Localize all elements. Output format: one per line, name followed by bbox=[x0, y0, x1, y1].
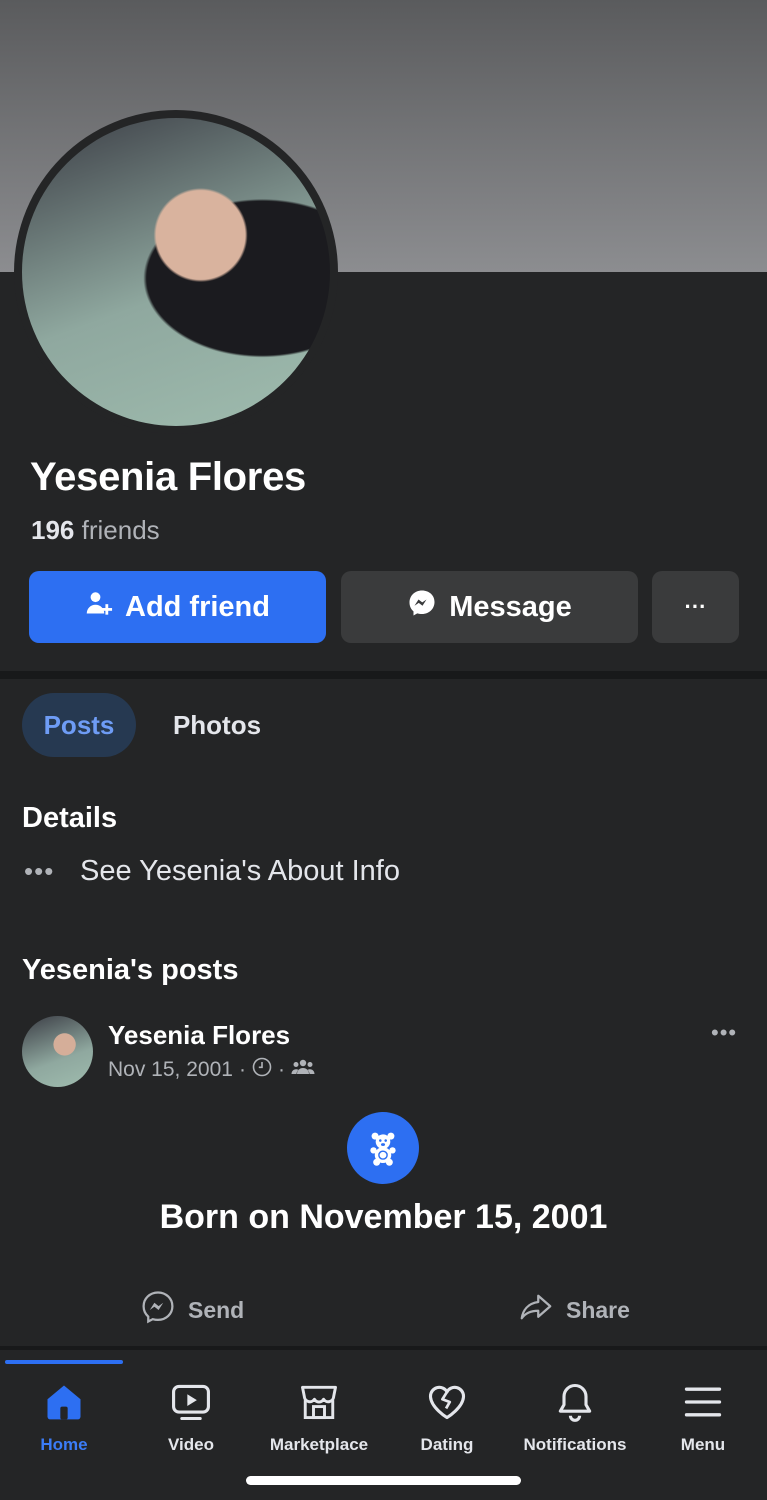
nav-video[interactable]: Video bbox=[127, 1377, 255, 1455]
add-friend-label: Add friend bbox=[125, 590, 270, 623]
dots-icon: ••• bbox=[24, 855, 55, 886]
about-info-label: See Yesenia's About Info bbox=[80, 854, 400, 887]
avatar[interactable] bbox=[22, 1016, 93, 1087]
nav-notifications-label: Notifications bbox=[523, 1435, 627, 1454]
nav-home-label: Home bbox=[40, 1435, 88, 1454]
nav-menu[interactable]: Menu bbox=[639, 1377, 767, 1455]
message-label: Message bbox=[449, 590, 572, 623]
meta-separator: · bbox=[238, 1058, 246, 1081]
marketplace-icon bbox=[297, 1377, 341, 1427]
active-tab-indicator bbox=[5, 1360, 123, 1364]
posts-heading: Yesenia's posts bbox=[22, 954, 239, 986]
menu-icon bbox=[681, 1377, 725, 1427]
bell-icon bbox=[553, 1377, 597, 1427]
message-button[interactable]: Message bbox=[341, 571, 638, 643]
share-button[interactable]: Share bbox=[518, 1290, 630, 1330]
post-meta: Nov 15, 2001 · · bbox=[108, 1057, 315, 1083]
nav-video-label: Video bbox=[168, 1435, 214, 1454]
nav-dating[interactable]: Dating bbox=[383, 1377, 511, 1455]
video-icon bbox=[169, 1377, 213, 1427]
more-options-button[interactable]: ··· bbox=[652, 571, 739, 643]
clock-icon bbox=[252, 1057, 272, 1083]
home-indicator bbox=[246, 1476, 521, 1485]
share-label: Share bbox=[566, 1296, 630, 1323]
nav-marketplace[interactable]: Marketplace bbox=[255, 1377, 383, 1455]
messenger-icon bbox=[407, 588, 437, 626]
profile-name: Yesenia Flores bbox=[30, 455, 306, 499]
profile-photo-image bbox=[22, 118, 330, 426]
messenger-icon bbox=[140, 1289, 176, 1331]
life-event-text: Born on November 15, 2001 bbox=[159, 1198, 608, 1236]
section-divider bbox=[0, 671, 767, 679]
add-friend-button[interactable]: Add friend bbox=[29, 571, 326, 643]
share-icon bbox=[518, 1289, 554, 1331]
tab-posts[interactable]: Posts bbox=[22, 693, 136, 757]
friends-count-label: friends bbox=[81, 515, 160, 545]
tab-photos[interactable]: Photos bbox=[152, 693, 282, 757]
post-more-button[interactable]: ••• bbox=[711, 1020, 737, 1046]
details-heading: Details bbox=[22, 802, 118, 834]
post-author[interactable]: Yesenia Flores bbox=[108, 1020, 290, 1051]
nav-marketplace-label: Marketplace bbox=[269, 1435, 369, 1454]
more-options-label: ··· bbox=[684, 594, 707, 619]
send-button[interactable]: Send bbox=[140, 1290, 244, 1330]
meta-separator: · bbox=[277, 1058, 285, 1081]
teddy-bear-icon bbox=[347, 1112, 419, 1184]
add-person-icon bbox=[85, 589, 113, 625]
dating-icon bbox=[425, 1377, 469, 1427]
nav-home[interactable]: Home bbox=[0, 1377, 128, 1455]
home-icon bbox=[42, 1377, 86, 1427]
about-info-link[interactable]: ••• See Yesenia's About Info bbox=[24, 853, 400, 889]
nav-menu-label: Menu bbox=[680, 1435, 726, 1454]
post-date[interactable]: Nov 15, 2001 bbox=[108, 1058, 233, 1082]
friends-audience-icon bbox=[291, 1058, 315, 1082]
nav-dating-label: Dating bbox=[420, 1435, 474, 1454]
nav-notifications[interactable]: Notifications bbox=[511, 1377, 639, 1455]
profile-picture[interactable] bbox=[14, 110, 338, 434]
friends-count-number: 196 bbox=[31, 515, 75, 545]
send-label: Send bbox=[188, 1296, 245, 1323]
friends-count[interactable]: 196 friends bbox=[31, 515, 160, 546]
